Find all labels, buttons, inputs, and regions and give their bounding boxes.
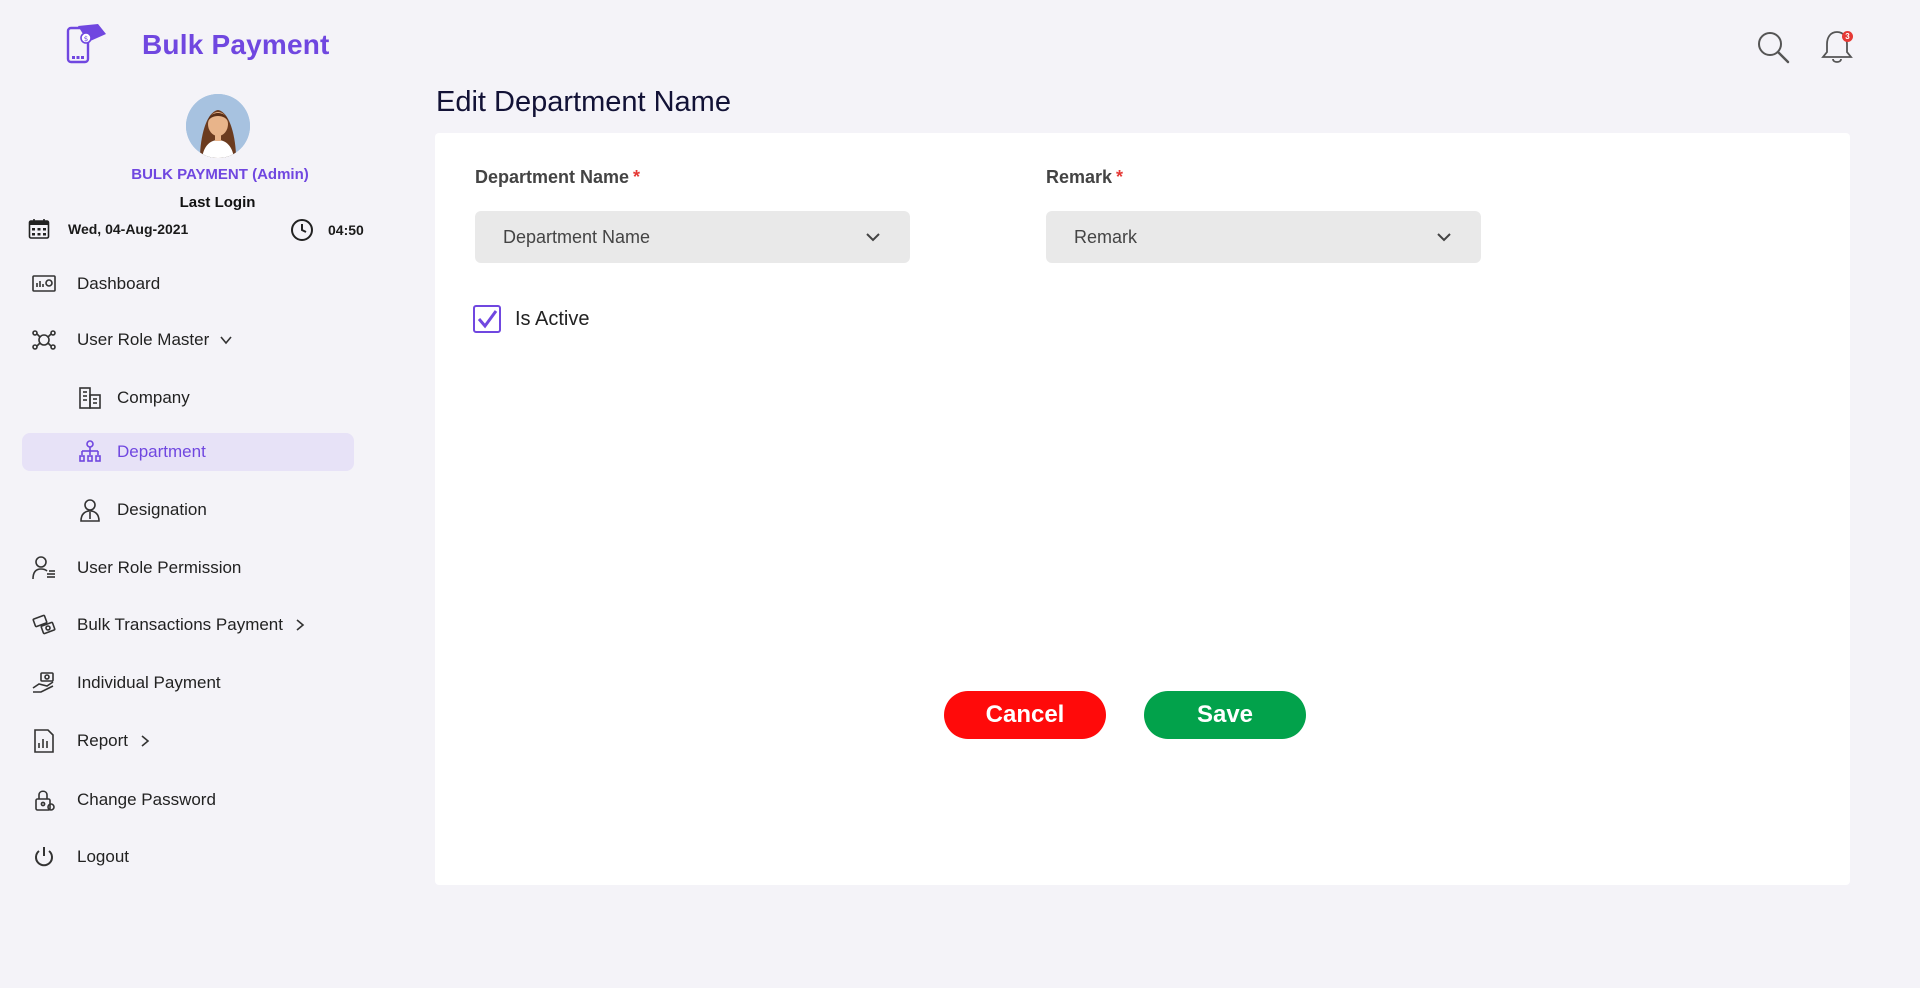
department-name-select[interactable]: Department Name	[475, 211, 910, 263]
avatar[interactable]	[186, 94, 250, 158]
sidebar-item-report[interactable]: Report	[22, 722, 352, 760]
lock-icon	[31, 787, 57, 813]
edit-department-form: Department Name * Department Name Remark *…	[435, 133, 1850, 885]
sidebar-item-logout[interactable]: Logout	[22, 838, 352, 876]
sidebar-item-user-role-permission[interactable]: User Role Permission	[22, 549, 352, 587]
header-actions: 3	[1754, 28, 1856, 66]
login-time: 04:50	[328, 222, 364, 238]
user-list-icon	[31, 555, 57, 581]
avatar-image	[186, 94, 250, 158]
page-title: Edit Department Name	[436, 86, 731, 118]
checkmark-icon	[477, 310, 498, 329]
required-mark: *	[633, 167, 641, 187]
brand-name: Bulk Payment	[142, 29, 330, 60]
chevron-right-icon	[296, 619, 305, 631]
remark-select[interactable]: Remark	[1046, 211, 1481, 263]
building-icon	[77, 385, 103, 411]
search-icon	[1758, 32, 1790, 64]
notifications-button[interactable]: 3	[1818, 28, 1856, 66]
user-role-icon	[31, 327, 57, 353]
sidebar-item-department[interactable]: Department	[22, 433, 354, 471]
wallet-phone-icon: $	[66, 24, 106, 64]
calendar-icon	[28, 219, 50, 239]
transaction-icon	[31, 612, 57, 638]
last-login-label: Last Login	[179, 194, 256, 211]
required-mark: *	[1116, 167, 1124, 187]
remark-label: Remark *	[1046, 167, 1124, 187]
chevron-right-icon	[141, 735, 150, 747]
org-chart-icon	[77, 439, 103, 465]
department-name-value: Department Name	[503, 226, 651, 247]
chevron-down-icon	[220, 336, 232, 345]
remark-value: Remark	[1074, 226, 1138, 247]
search-button[interactable]	[1754, 28, 1792, 66]
cancel-button[interactable]: Cancel	[944, 691, 1106, 739]
sidebar-item-company[interactable]: Company	[22, 379, 352, 417]
dashboard-icon	[31, 271, 57, 297]
chevron-down-icon	[866, 233, 880, 242]
department-name-label: Department Name *	[475, 167, 641, 187]
login-date: Wed, 04-Aug-2021	[68, 221, 189, 237]
sidebar-item-dashboard[interactable]: Dashboard	[22, 265, 352, 303]
last-login-date: Wed, 04-Aug-2021	[28, 218, 188, 240]
report-icon	[31, 728, 57, 754]
chevron-down-icon	[1437, 233, 1451, 242]
sidebar-item-change-password[interactable]: Change Password	[22, 781, 352, 819]
clock-icon	[291, 219, 313, 241]
is-active-checkbox[interactable]	[473, 305, 501, 333]
brand[interactable]: $ Bulk Payment	[64, 22, 330, 68]
hand-payment-icon	[31, 670, 57, 696]
profile-name: BULK PAYMENT (Admin)	[131, 166, 309, 183]
notification-badge: 3	[1842, 31, 1853, 42]
employee-icon	[77, 497, 103, 523]
svg-text:$: $	[84, 35, 88, 43]
is-active-label: Is Active	[515, 307, 590, 330]
sidebar-item-individual-payment[interactable]: Individual Payment	[22, 664, 352, 702]
last-login-time: 04:50	[290, 218, 364, 242]
power-icon	[31, 844, 57, 870]
is-active-row: Is Active	[473, 305, 589, 333]
sidebar-item-user-role-master[interactable]: User Role Master	[22, 321, 352, 359]
sidebar-item-designation[interactable]: Designation	[22, 491, 352, 529]
save-button[interactable]: Save	[1144, 691, 1306, 739]
sidebar-item-bulk-transactions-payment[interactable]: Bulk Transactions Payment	[22, 606, 352, 644]
